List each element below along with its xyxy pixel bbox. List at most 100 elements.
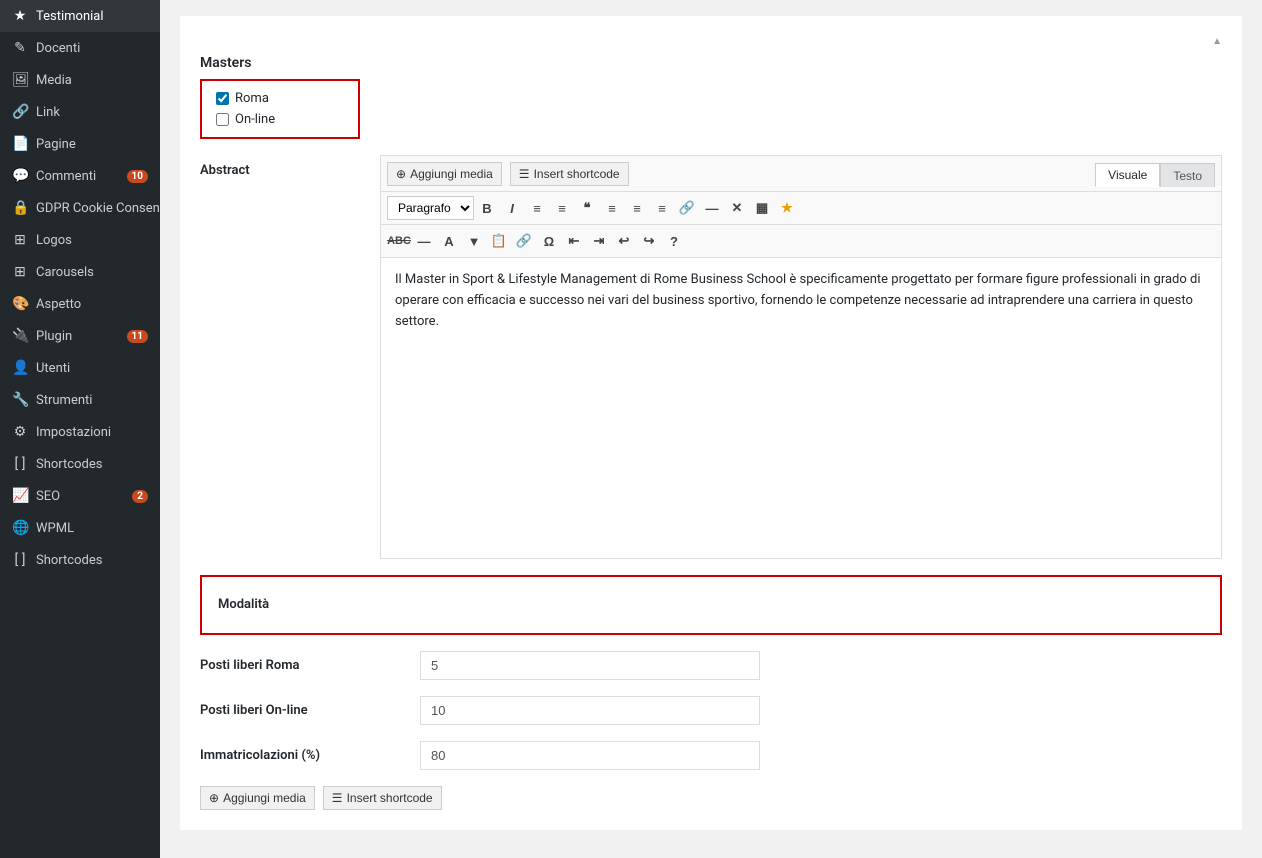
- bottom-add-media-label: Aggiungi media: [223, 791, 306, 805]
- bottom-add-media-button[interactable]: ⊕ Aggiungi media: [200, 786, 315, 810]
- font-color-button[interactable]: A: [437, 229, 461, 253]
- sidebar: ★ Testimonial ✎ Docenti 🖼 Media 🔗 Link 📄…: [0, 0, 160, 858]
- immatricolazioni-label: Immatricolazioni (%): [200, 748, 420, 763]
- ordered-list-button[interactable]: ≡: [550, 196, 574, 220]
- checkbox-label-online: On-line: [235, 112, 275, 127]
- tab-testo[interactable]: Testo: [1160, 163, 1215, 187]
- sidebar-label-shortcodes2: Shortcodes: [36, 553, 148, 568]
- paragraph-select[interactable]: Paragrafo: [387, 196, 474, 220]
- tab-visuale[interactable]: Visuale: [1095, 163, 1160, 187]
- remove-format-button[interactable]: ✕: [725, 196, 749, 220]
- sidebar-item-shortcodes2[interactable]: [ ] Shortcodes: [0, 544, 160, 576]
- horizontal-rule-button[interactable]: —: [700, 196, 724, 220]
- link-icon: 🔗: [12, 104, 28, 120]
- sidebar-item-logos[interactable]: ⊞ Logos: [0, 224, 160, 256]
- add-media-label: Aggiungi media: [410, 167, 493, 181]
- docenti-icon: ✎: [12, 40, 28, 56]
- sidebar-label-strumenti: Strumenti: [36, 393, 148, 408]
- masters-section: Masters Roma On-line: [200, 55, 1222, 139]
- sidebar-item-utenti[interactable]: 👤 Utenti: [0, 352, 160, 384]
- checkbox-label-roma: Roma: [235, 91, 269, 106]
- checkbox-row-roma: Roma: [216, 91, 344, 106]
- sidebar-label-seo: SEO: [36, 489, 124, 504]
- help-button[interactable]: ?: [662, 229, 686, 253]
- outdent-button[interactable]: ⇤: [562, 229, 586, 253]
- sidebar-item-testimonial[interactable]: ★ Testimonial: [0, 0, 160, 32]
- toolbar-row-1: Paragrafo B I ≡ ≡ ❝ ≡ ≡ ≡ 🔗 —: [381, 192, 1221, 225]
- table-button[interactable]: ▦: [750, 196, 774, 220]
- abstract-editor: ⊕ Aggiungi media ☰ Insert shortcode Visu…: [380, 155, 1222, 559]
- insert-shortcode-button[interactable]: ☰ Insert shortcode: [510, 162, 629, 186]
- editor-body[interactable]: Il Master in Sport & Lifestyle Managemen…: [381, 258, 1221, 558]
- sidebar-item-carousels[interactable]: ⊞ Carousels: [0, 256, 160, 288]
- plugin-icon: 🔌: [12, 328, 28, 344]
- sidebar-item-impostazioni[interactable]: ⚙ Impostazioni: [0, 416, 160, 448]
- masters-title: Masters: [200, 55, 1222, 71]
- sidebar-label-testimonial: Testimonial: [36, 9, 148, 24]
- logos-icon: ⊞: [12, 232, 28, 248]
- blockquote-button[interactable]: ❝: [575, 196, 599, 220]
- sidebar-item-pagine[interactable]: 📄 Pagine: [0, 128, 160, 160]
- bold-button[interactable]: B: [475, 196, 499, 220]
- sidebar-item-shortcodes1[interactable]: [ ] Shortcodes: [0, 448, 160, 480]
- collapse-arrow-icon[interactable]: ▲: [1212, 36, 1222, 47]
- sidebar-item-seo[interactable]: 📈 SEO 2: [0, 480, 160, 512]
- posti-online-input[interactable]: [420, 696, 760, 725]
- align-right-button[interactable]: ≡: [650, 196, 674, 220]
- insert-shortcode-label: Insert shortcode: [534, 167, 620, 181]
- align-left-button[interactable]: ≡: [600, 196, 624, 220]
- posti-online-row: Posti liberi On-line: [200, 696, 1222, 725]
- sidebar-item-aspetto[interactable]: 🎨 Aspetto: [0, 288, 160, 320]
- special-icon-button[interactable]: ★: [775, 196, 799, 220]
- abstract-label: Abstract: [200, 155, 380, 178]
- checkbox-row-online: On-line: [216, 112, 344, 127]
- remove-link-button[interactable]: 🔗: [512, 229, 536, 253]
- plugin-badge: 11: [127, 330, 148, 343]
- sidebar-label-impostazioni: Impostazioni: [36, 425, 148, 440]
- posti-roma-input[interactable]: [420, 651, 760, 680]
- strikethrough-button[interactable]: ABC: [387, 229, 411, 253]
- commenti-icon: 💬: [12, 168, 28, 184]
- sidebar-item-plugin[interactable]: 🔌 Plugin 11: [0, 320, 160, 352]
- paste-text-button[interactable]: 📋: [487, 229, 511, 253]
- sidebar-item-gdpr[interactable]: 🔒 GDPR Cookie Consent: [0, 192, 160, 224]
- posti-online-label: Posti liberi On-line: [200, 703, 420, 718]
- checkbox-online[interactable]: [216, 113, 229, 126]
- insert-shortcode-icon: ☰: [519, 167, 530, 181]
- masters-box: Roma On-line: [200, 79, 360, 139]
- commenti-badge: 10: [127, 170, 148, 183]
- bottom-insert-shortcode-button[interactable]: ☰ Insert shortcode: [323, 786, 442, 810]
- sidebar-item-strumenti[interactable]: 🔧 Strumenti: [0, 384, 160, 416]
- sidebar-label-plugin: Plugin: [36, 329, 119, 344]
- undo-button[interactable]: ↩: [612, 229, 636, 253]
- sidebar-item-link[interactable]: 🔗 Link: [0, 96, 160, 128]
- modalita-label: Modalità: [218, 597, 1204, 612]
- redo-button[interactable]: ↪: [637, 229, 661, 253]
- sidebar-label-docenti: Docenti: [36, 41, 148, 56]
- sidebar-item-media[interactable]: 🖼 Media: [0, 64, 160, 96]
- immatricolazioni-input[interactable]: [420, 741, 760, 770]
- sidebar-label-utenti: Utenti: [36, 361, 148, 376]
- checkbox-roma[interactable]: [216, 92, 229, 105]
- impostazioni-icon: ⚙: [12, 424, 28, 440]
- collapse-section: ▲: [200, 36, 1222, 47]
- editor-action-buttons: ⊕ Aggiungi media ☰ Insert shortcode: [387, 162, 633, 186]
- bottom-shortcode-icon: ☰: [332, 791, 343, 805]
- aspetto-icon: 🎨: [12, 296, 28, 312]
- indent-button[interactable]: ⇥: [587, 229, 611, 253]
- italic-button[interactable]: I: [500, 196, 524, 220]
- font-color-arrow[interactable]: ▼: [462, 229, 486, 253]
- sidebar-item-commenti[interactable]: 💬 Commenti 10: [0, 160, 160, 192]
- sidebar-item-docenti[interactable]: ✎ Docenti: [0, 32, 160, 64]
- seo-icon: 📈: [12, 488, 28, 504]
- sidebar-item-wpml[interactable]: 🌐 WPML: [0, 512, 160, 544]
- insert-link-button[interactable]: 🔗: [675, 196, 699, 220]
- add-media-button[interactable]: ⊕ Aggiungi media: [387, 162, 502, 186]
- special-chars-button[interactable]: Ω: [537, 229, 561, 253]
- editor-wrapper: ⊕ Aggiungi media ☰ Insert shortcode Visu…: [380, 155, 1222, 559]
- unordered-list-button[interactable]: ≡: [525, 196, 549, 220]
- main-content: ▲ Masters Roma On-line Abstr: [160, 0, 1262, 858]
- sidebar-label-carousels: Carousels: [36, 265, 148, 280]
- hr-button[interactable]: —: [412, 229, 436, 253]
- align-center-button[interactable]: ≡: [625, 196, 649, 220]
